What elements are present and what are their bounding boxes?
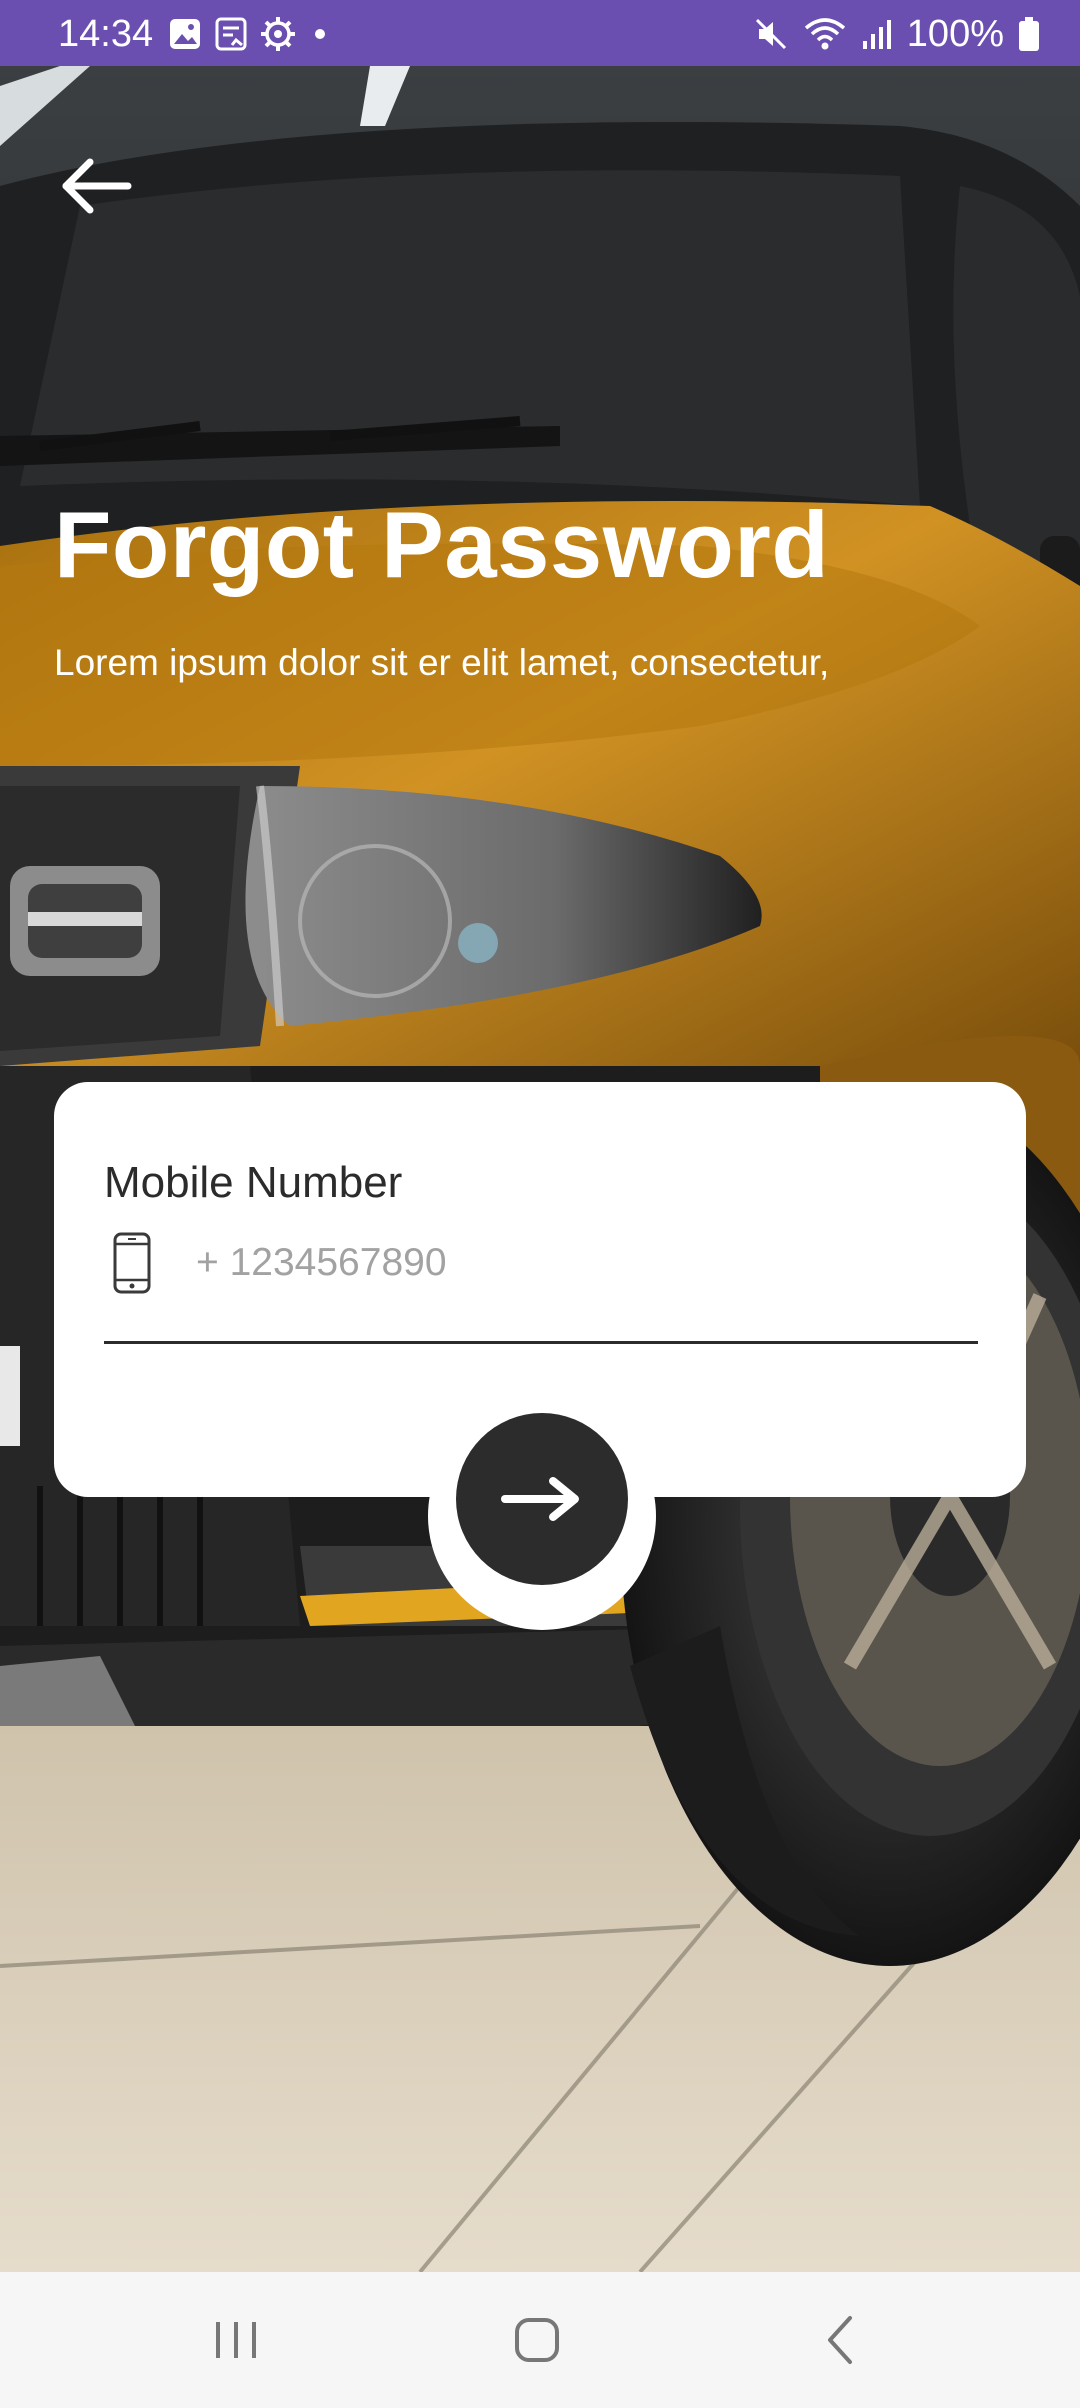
page-subtitle: Lorem ipsum dolor sit er elit lamet, con…: [54, 642, 830, 683]
arrow-left-icon: [62, 158, 132, 214]
status-time: 14:34: [58, 13, 154, 55]
system-navigation-bar: [0, 2272, 1080, 2408]
battery-icon: [1019, 17, 1039, 51]
status-right-icons: 100%: [753, 12, 1040, 56]
back-arrow-button[interactable]: [56, 150, 136, 222]
input-underline: [104, 1341, 978, 1344]
mobile-number-label: Mobile Number: [104, 1158, 403, 1207]
dot-icon: [315, 29, 325, 39]
wifi-icon: [804, 18, 845, 50]
nav-back-button[interactable]: [800, 2310, 880, 2370]
gallery-icon: [170, 19, 200, 49]
submit-button[interactable]: [456, 1413, 628, 1585]
battery-percent: 100%: [906, 13, 1004, 55]
settings-icon: [261, 17, 295, 51]
arrow-right-icon: [501, 1477, 579, 1521]
recents-icon: [216, 2322, 256, 2358]
status-left-icons: [168, 16, 332, 52]
note-icon: [215, 17, 247, 51]
page-title: Forgot Password: [54, 492, 830, 597]
home-icon: [515, 2318, 559, 2362]
mobile-number-input[interactable]: [196, 1232, 956, 1294]
smartphone-icon: [113, 1232, 151, 1294]
back-icon: [828, 2316, 852, 2364]
status-bar: 14:34 100%: [0, 0, 1080, 66]
nav-home-button[interactable]: [497, 2310, 577, 2370]
signal-icon: [862, 20, 891, 49]
nav-recents-button[interactable]: [196, 2310, 276, 2370]
mute-icon: [755, 18, 786, 50]
